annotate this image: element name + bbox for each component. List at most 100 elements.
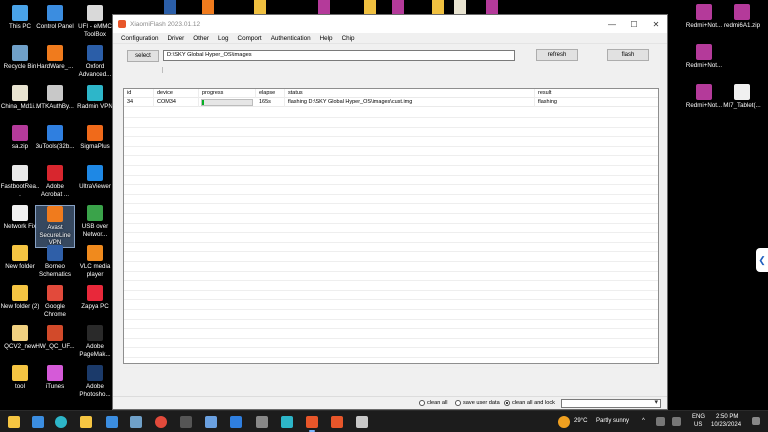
desktop-app-icon bbox=[12, 285, 28, 301]
desktop-app-icon bbox=[87, 45, 103, 61]
header-progress[interactable]: progress bbox=[199, 89, 256, 98]
desktop-icon[interactable]: iTunes bbox=[35, 365, 75, 391]
title-bar[interactable]: XiaomiFlash 2023.01.12 — ☐ ✕ bbox=[113, 15, 667, 33]
desktop-icon[interactable]: UFI - eMMC ToolBox bbox=[75, 5, 115, 38]
desktop-icon[interactable]: Avast SecureLine VPN bbox=[35, 205, 75, 248]
radio-clean-all-and-lock[interactable] bbox=[504, 400, 510, 406]
table-row[interactable]: 34 COM34 165s flashing D:\SKY Global Hyp… bbox=[124, 98, 658, 107]
chevron-up-icon[interactable]: ^ bbox=[642, 418, 645, 424]
clock-date[interactable]: 10/23/2024 bbox=[711, 422, 741, 428]
desktop-icon[interactable]: tool bbox=[0, 365, 40, 391]
language-indicator[interactable]: ENG bbox=[692, 414, 705, 420]
menu-authentication[interactable]: Authentication bbox=[271, 35, 311, 42]
app-icon[interactable] bbox=[205, 416, 217, 428]
desktop-icon[interactable]: Network Fix bbox=[0, 205, 40, 231]
flash-button[interactable]: flash bbox=[607, 49, 649, 61]
header-result[interactable]: result bbox=[535, 89, 660, 98]
edge-icon[interactable] bbox=[55, 416, 67, 428]
desktop-icon[interactable]: UltraViewer bbox=[75, 165, 115, 191]
tray-icon[interactable] bbox=[672, 417, 681, 426]
start-icon[interactable] bbox=[32, 416, 44, 428]
radio-clean-all[interactable] bbox=[419, 400, 425, 406]
desktop-icon[interactable]: New folder (2) bbox=[0, 285, 40, 311]
menu-log[interactable]: Log bbox=[218, 35, 229, 42]
app-icon[interactable] bbox=[281, 416, 293, 428]
option-clean-all-and-lock[interactable]: clean all and lock bbox=[504, 400, 555, 406]
device-grid[interactable]: id device progress elapse status result … bbox=[123, 88, 660, 368]
desktop-icon[interactable]: Redmi+Not... bbox=[680, 44, 728, 70]
header-id[interactable]: id bbox=[124, 89, 154, 98]
desktop-icon[interactable]: HardWare_... bbox=[35, 45, 75, 71]
desktop-icon-label: UFI - eMMC ToolBox bbox=[78, 23, 112, 38]
close-button[interactable]: ✕ bbox=[645, 15, 667, 33]
desktop-icon-label: QCV2_new bbox=[4, 343, 36, 350]
desktop-icon[interactable]: SigmaPlus bbox=[75, 125, 115, 151]
radio-save-user-data[interactable] bbox=[455, 400, 461, 406]
desktop-icon[interactable]: New folder bbox=[0, 245, 40, 271]
mail-icon[interactable] bbox=[106, 416, 118, 428]
desktop-icon[interactable]: Adobe Acrobat ... bbox=[35, 165, 75, 198]
weather-text[interactable]: Partly sunny bbox=[596, 418, 629, 424]
app-icon[interactable] bbox=[180, 416, 192, 428]
app-icon[interactable] bbox=[331, 416, 343, 428]
file-explorer-icon[interactable] bbox=[80, 416, 92, 428]
chrome-icon[interactable] bbox=[155, 416, 167, 428]
desktop-icon[interactable]: VLC media player bbox=[75, 245, 115, 278]
desktop-icon[interactable]: Borneo Schematics bbox=[35, 245, 75, 278]
desktop-app-icon bbox=[47, 206, 63, 222]
menu-driver[interactable]: Driver bbox=[167, 35, 184, 42]
desktop-icon[interactable]: This PC bbox=[0, 5, 40, 31]
option-save-user-data[interactable]: save user data bbox=[455, 400, 500, 406]
clock-time[interactable]: 2:50 PM bbox=[716, 414, 738, 420]
app-icon[interactable] bbox=[256, 416, 268, 428]
header-device[interactable]: device bbox=[154, 89, 199, 98]
desktop-icon[interactable]: HW_QC_UF... bbox=[35, 325, 75, 351]
desktop-app-icon bbox=[87, 5, 103, 21]
status-combo[interactable] bbox=[561, 398, 661, 408]
desktop-icon[interactable]: redmi6A1.zip bbox=[718, 4, 766, 30]
image-path-input[interactable]: D:\SKY Global Hyper_OS\images bbox=[163, 50, 515, 61]
refresh-button[interactable]: refresh bbox=[536, 49, 578, 61]
desktop-icon[interactable]: China_Md1i... bbox=[0, 85, 40, 111]
desktop-icon[interactable]: Adobe PageMak... bbox=[75, 325, 115, 358]
store-icon[interactable] bbox=[130, 416, 142, 428]
desktop-app-icon bbox=[87, 205, 103, 221]
minimize-button[interactable]: — bbox=[601, 15, 623, 33]
header-elapse[interactable]: elapse bbox=[256, 89, 285, 98]
grid-empty-row bbox=[124, 339, 658, 349]
side-expand-tab[interactable]: ❮ bbox=[756, 248, 768, 272]
xiaomiflash-taskbar-icon[interactable] bbox=[306, 416, 318, 428]
desktop-icon[interactable]: 3uTools(32b... bbox=[35, 125, 75, 151]
menu-other[interactable]: Other bbox=[193, 35, 209, 42]
weather-icon[interactable] bbox=[558, 416, 570, 428]
app-icon[interactable] bbox=[356, 416, 368, 428]
desktop-icon[interactable]: MTKAuthBy... bbox=[35, 85, 75, 111]
desktop-icon[interactable]: Oxford Advanced... bbox=[75, 45, 115, 78]
cell-id: 34 bbox=[124, 98, 154, 107]
select-button[interactable]: select bbox=[127, 50, 159, 62]
menu-configuration[interactable]: Configuration bbox=[121, 35, 158, 42]
menu-comport[interactable]: Comport bbox=[238, 35, 262, 42]
maximize-button[interactable]: ☐ bbox=[623, 15, 645, 33]
desktop-icon[interactable]: MI7_Tablet(... bbox=[718, 84, 766, 110]
desktop-icon[interactable]: QCV2_new bbox=[0, 325, 40, 351]
desktop-icon[interactable]: sa.zip bbox=[0, 125, 40, 151]
widgets-icon[interactable] bbox=[8, 416, 20, 428]
desktop-icon[interactable]: Zapya PC bbox=[75, 285, 115, 311]
app-icon[interactable] bbox=[230, 416, 242, 428]
menu-chip[interactable]: Chip bbox=[342, 35, 355, 42]
notification-icon[interactable] bbox=[752, 417, 760, 425]
desktop-icon[interactable]: Radmin VPN bbox=[75, 85, 115, 111]
desktop-icon[interactable]: Recycle Bin bbox=[0, 45, 40, 71]
desktop-icon[interactable]: FastbootRea... bbox=[0, 165, 40, 198]
weather-temp[interactable]: 29°C bbox=[574, 418, 587, 424]
desktop-icon[interactable]: Adobe Photosho... bbox=[75, 365, 115, 398]
option-clean-all[interactable]: clean all bbox=[419, 400, 448, 406]
desktop-icon[interactable]: Control Panel bbox=[35, 5, 75, 31]
desktop-icon[interactable]: Google Chrome bbox=[35, 285, 75, 318]
header-status[interactable]: status bbox=[285, 89, 535, 98]
desktop-icon[interactable]: USB over Networ... bbox=[75, 205, 115, 238]
menu-help[interactable]: Help bbox=[320, 35, 333, 42]
region-indicator[interactable]: US bbox=[694, 422, 702, 428]
tray-icon[interactable] bbox=[656, 417, 665, 426]
